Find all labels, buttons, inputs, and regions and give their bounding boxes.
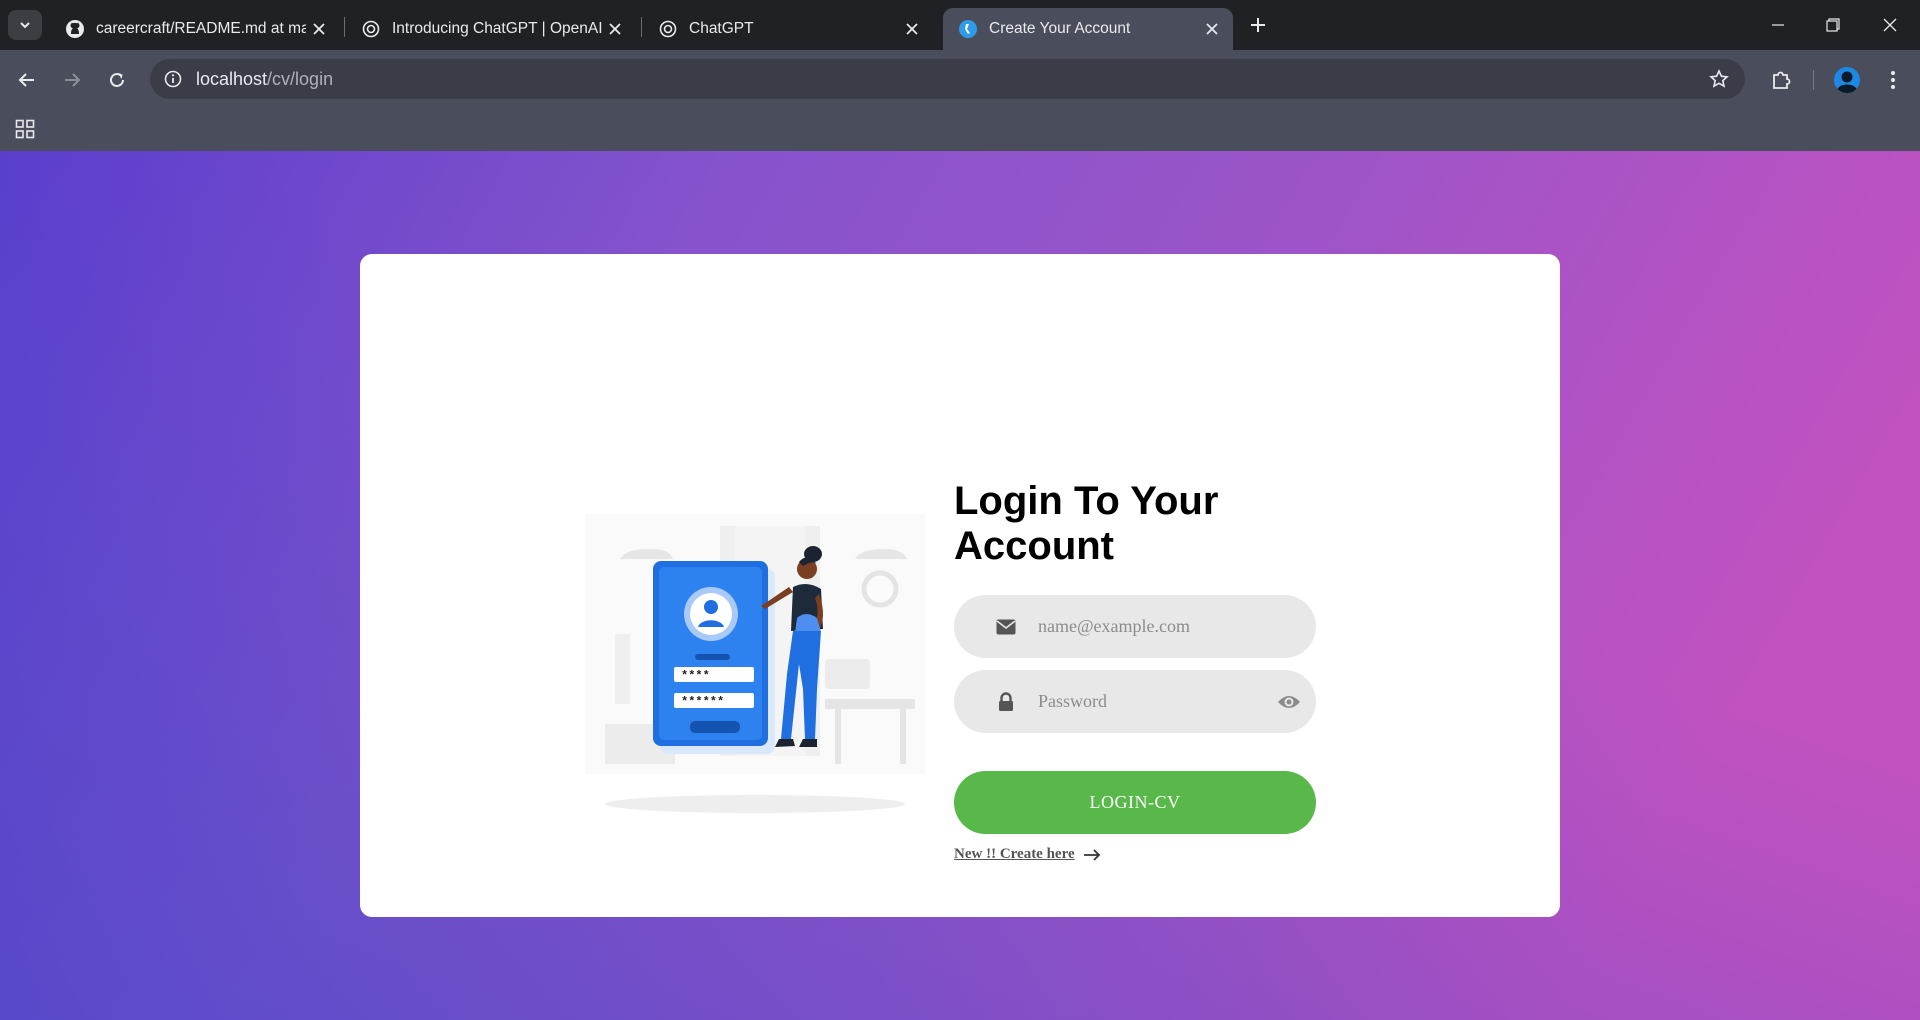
login-illustration: **** ****** — [585, 514, 925, 813]
tab-divider — [344, 17, 345, 37]
close-window-button[interactable] — [1870, 10, 1910, 40]
login-form: Login To Your Account LOGIN-CV New !! Cr… — [954, 479, 1319, 863]
close-icon[interactable] — [602, 16, 628, 42]
apps-grid-icon[interactable] — [12, 116, 38, 142]
plus-icon — [1251, 18, 1265, 32]
reload-icon — [110, 72, 124, 87]
close-icon[interactable] — [899, 16, 925, 42]
close-icon[interactable] — [1199, 16, 1225, 42]
tab-strip: careercraft/README.md at main Introducin… — [0, 0, 1920, 50]
info-icon[interactable] — [160, 66, 186, 92]
minimize-button[interactable] — [1758, 10, 1798, 40]
url-path: /cv/login — [267, 69, 334, 89]
create-account-link[interactable]: New !! Create here — [954, 846, 1101, 863]
password-field[interactable] — [954, 670, 1316, 733]
close-icon[interactable] — [306, 16, 332, 42]
lock-icon — [994, 690, 1018, 714]
tab-chatgpt[interactable]: ChatGPT — [643, 8, 933, 50]
tab-search-button[interactable] — [8, 10, 42, 40]
login-button[interactable]: LOGIN-CV — [954, 771, 1316, 834]
envelope-icon — [994, 615, 1018, 639]
forward-button[interactable] — [55, 63, 89, 97]
openai-icon — [657, 18, 679, 40]
bookmarks-bar — [0, 108, 1920, 151]
tab-introducing-chatgpt[interactable]: Introducing ChatGPT | OpenAI — [346, 8, 636, 50]
email-input[interactable] — [1038, 595, 1278, 658]
browser-toolbar: localhost/cv/login — [0, 50, 1920, 108]
restore-icon — [1826, 18, 1840, 32]
arrow-right-icon — [65, 73, 81, 87]
address-bar[interactable]: localhost/cv/login — [150, 59, 1745, 99]
avatar-icon — [1834, 67, 1860, 94]
page-title: Login To Your Account — [954, 479, 1219, 568]
login-card: **** ****** Login To Your Account name@e… — [360, 254, 1560, 917]
close-icon — [1883, 18, 1897, 32]
page-background: **** ****** Login To Your Account name@e… — [0, 151, 1920, 1020]
email-field[interactable] — [954, 595, 1316, 658]
tab-title: Introducing ChatGPT | OpenAI — [392, 20, 602, 37]
bookmark-star-icon[interactable] — [1705, 65, 1733, 93]
eye-icon[interactable] — [1276, 689, 1302, 715]
tab-title: Create Your Account — [989, 20, 1131, 37]
reload-button[interactable] — [100, 63, 134, 97]
restore-button[interactable] — [1813, 10, 1853, 40]
tab-divider — [641, 17, 642, 37]
more-vertical-icon — [1891, 71, 1895, 89]
svg-text:******: ****** — [681, 695, 724, 709]
arrow-right-icon — [1083, 848, 1101, 861]
github-icon — [64, 18, 86, 40]
site-icon — [957, 18, 979, 40]
profile-button[interactable] — [1830, 63, 1864, 97]
chevron-down-icon — [20, 22, 30, 29]
tab-create-account[interactable]: Create Your Account — [943, 8, 1233, 50]
minimize-icon — [1772, 24, 1784, 26]
url-host: localhost — [196, 69, 268, 89]
arrow-left-icon — [18, 73, 34, 87]
tab-title: ChatGPT — [689, 20, 754, 37]
password-input[interactable] — [1038, 670, 1278, 733]
svg-text:****: **** — [681, 669, 710, 683]
puzzle-icon — [1773, 71, 1791, 89]
url-text: localhost/cv/login — [196, 69, 333, 90]
new-tab-button[interactable] — [1244, 11, 1272, 39]
tab-title: careercraft/README.md at main — [96, 20, 306, 37]
tab-github[interactable]: careercraft/README.md at main — [50, 8, 340, 50]
back-button[interactable] — [10, 63, 44, 97]
create-account-label: New !! Create here — [954, 846, 1075, 862]
browser-menu-button[interactable] — [1876, 63, 1910, 97]
extensions-button[interactable] — [1764, 63, 1798, 97]
openai-icon — [360, 18, 382, 40]
toolbar-divider — [1813, 70, 1814, 90]
